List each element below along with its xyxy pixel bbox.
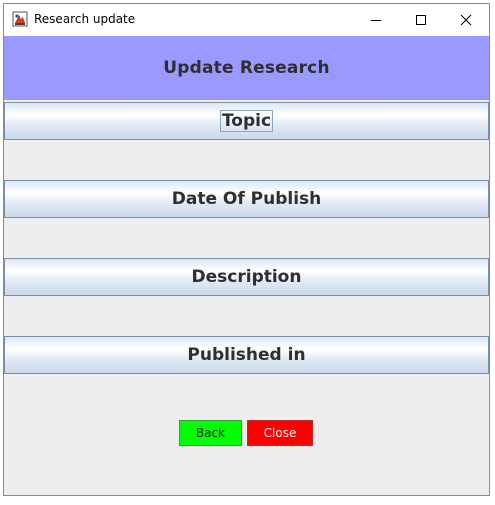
date-of-publish-label: Date Of Publish — [171, 189, 323, 209]
minimize-button[interactable] — [353, 4, 399, 36]
description-button[interactable]: Description — [4, 258, 489, 296]
window-close-button[interactable] — [443, 4, 489, 36]
research-update-window: Research update Update Research Topic Da… — [3, 3, 490, 496]
close-icon — [460, 11, 472, 30]
maximize-icon — [415, 11, 427, 30]
page-title: Update Research — [163, 58, 330, 78]
java-app-icon — [12, 11, 28, 27]
topic-button[interactable]: Topic — [4, 102, 489, 140]
title-bar[interactable]: Research update — [4, 4, 489, 36]
back-button-label: Back — [196, 426, 225, 440]
description-label: Description — [191, 267, 303, 287]
topic-label: Topic — [220, 110, 273, 132]
window-title: Research update — [34, 12, 135, 26]
published-in-button[interactable]: Published in — [4, 336, 489, 374]
back-button[interactable]: Back — [179, 420, 242, 446]
published-in-label: Published in — [186, 345, 306, 365]
close-button[interactable]: Close — [247, 420, 313, 446]
maximize-button[interactable] — [398, 4, 444, 36]
header-panel: Update Research — [4, 36, 489, 100]
close-button-label: Close — [264, 426, 297, 440]
minimize-icon — [370, 11, 382, 30]
date-of-publish-button[interactable]: Date Of Publish — [4, 180, 489, 218]
